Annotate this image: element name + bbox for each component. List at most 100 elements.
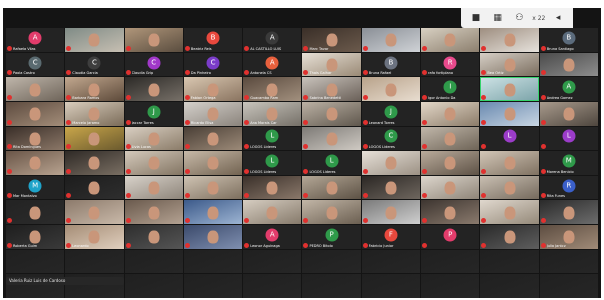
participant-tile[interactable]: Marc Tavar: [302, 28, 361, 52]
participant-tile[interactable]: [6, 200, 65, 225]
participant-tile[interactable]: [65, 28, 124, 52]
participant-tile[interactable]: P: [421, 225, 480, 249]
participant-tile[interactable]: [65, 151, 124, 175]
participant-tile[interactable]: A Leonor Aguinaga: [243, 225, 302, 249]
participant-tile[interactable]: C LOGOS Lideres: [361, 126, 421, 151]
participant-tile[interactable]: Julia Jantcz: [539, 225, 598, 249]
participant-tile[interactable]: [302, 101, 361, 126]
participant-tile[interactable]: [302, 274, 361, 298]
participant-tile[interactable]: Livia Lucas: [124, 126, 183, 151]
participant-tile[interactable]: [124, 175, 183, 200]
participant-tile[interactable]: [183, 200, 243, 225]
participant-tile[interactable]: [480, 77, 539, 101]
participant-tile[interactable]: [421, 200, 480, 225]
participant-tile[interactable]: [539, 249, 598, 274]
participant-tile[interactable]: B Bruna Rafael: [361, 52, 421, 77]
participant-tile[interactable]: C Da Pinheiro: [183, 52, 243, 77]
participant-tile[interactable]: [183, 225, 243, 249]
participant-tile[interactable]: P PEDRO Bitolo: [302, 225, 361, 249]
participant-tile[interactable]: Rita Domingues: [6, 126, 65, 151]
participant-tile[interactable]: [243, 274, 302, 298]
participant-tile[interactable]: [539, 52, 598, 77]
participant-tile[interactable]: I Igor Antonio Da: [421, 77, 480, 101]
participant-tile[interactable]: [361, 151, 421, 175]
participant-tile[interactable]: [65, 175, 124, 200]
participant-tile[interactable]: C Claudia Grip: [124, 52, 183, 77]
participant-tile[interactable]: [65, 249, 124, 274]
participant-tile[interactable]: [421, 101, 480, 126]
participant-tile[interactable]: [6, 151, 65, 175]
participant-tile[interactable]: [480, 151, 539, 175]
participant-tile[interactable]: Barbara Ramos: [65, 77, 124, 101]
participant-tile[interactable]: L LOGOS Lideres: [243, 126, 302, 151]
participant-tile[interactable]: [183, 151, 243, 175]
participant-tile[interactable]: [124, 28, 183, 52]
participant-tile[interactable]: [6, 77, 65, 101]
participant-tile[interactable]: [480, 175, 539, 200]
participant-tile[interactable]: [6, 249, 65, 274]
participant-tile[interactable]: [243, 249, 302, 274]
participant-tile[interactable]: Thais Galhar: [302, 52, 361, 77]
stop-icon[interactable]: ■: [467, 11, 485, 25]
participant-tile[interactable]: F Fabricio Junior: [361, 225, 421, 249]
participant-tile[interactable]: [6, 101, 65, 126]
participant-tile[interactable]: [302, 175, 361, 200]
participant-tile[interactable]: Bea Ortiz: [480, 52, 539, 77]
participant-tile[interactable]: [421, 126, 480, 151]
group-icon[interactable]: ⚇: [510, 11, 528, 25]
participant-tile[interactable]: A Rafaela Vilas: [6, 28, 65, 52]
participant-tile[interactable]: [361, 28, 421, 52]
participant-tile[interactable]: [539, 274, 598, 298]
minimize-icon[interactable]: ◂: [549, 11, 567, 25]
participant-tile[interactable]: [361, 274, 421, 298]
participant-tile[interactable]: R Rita Funes: [539, 175, 598, 200]
participant-tile[interactable]: [421, 28, 480, 52]
participant-tile[interactable]: [183, 249, 243, 274]
participant-tile[interactable]: [183, 126, 243, 151]
participant-tile[interactable]: Marcelo Jaramo: [65, 101, 124, 126]
participant-tile[interactable]: [421, 249, 480, 274]
participant-tile[interactable]: [302, 249, 361, 274]
participant-tile[interactable]: A AL CASTILLO LUIS: [243, 28, 302, 52]
participant-tile[interactable]: [361, 175, 421, 200]
participant-tile[interactable]: [124, 77, 183, 101]
participant-tile[interactable]: Roberta Guim: [6, 225, 65, 249]
participant-tile[interactable]: [243, 200, 302, 225]
participant-tile[interactable]: [480, 249, 539, 274]
participant-tile[interactable]: [421, 274, 480, 298]
participant-tile[interactable]: [361, 77, 421, 101]
participant-tile[interactable]: [480, 28, 539, 52]
participant-tile[interactable]: M Morena Benicio: [539, 151, 598, 175]
participant-tile[interactable]: [124, 225, 183, 249]
participant-tile[interactable]: B Bruna Santiago: [539, 28, 598, 52]
participant-tile[interactable]: L LOGOS Lideres: [243, 151, 302, 175]
participant-tile[interactable]: C Claudia Garcia: [65, 52, 124, 77]
participant-tile[interactable]: [539, 101, 598, 126]
participant-tile[interactable]: [539, 200, 598, 225]
participant-tile[interactable]: M Mar Montalvo: [6, 175, 65, 200]
participant-tile[interactable]: A Antonela CS: [243, 52, 302, 77]
participant-tile[interactable]: Sabrina Benedetti: [302, 77, 361, 101]
participant-tile[interactable]: [65, 126, 124, 151]
participant-tile[interactable]: L LOGOS Lideres: [302, 151, 361, 175]
participant-tile[interactable]: [480, 225, 539, 249]
participant-tile[interactable]: [421, 151, 480, 175]
participant-tile[interactable]: [302, 200, 361, 225]
participant-tile[interactable]: Ana Morais Car: [243, 101, 302, 126]
participant-tile[interactable]: Fabian Ortega: [183, 77, 243, 101]
participant-tile[interactable]: B Beatriz Reis: [183, 28, 243, 52]
participant-tile[interactable]: L: [480, 126, 539, 151]
participant-tile[interactable]: A Andrea Gomez: [539, 77, 598, 101]
participant-tile[interactable]: [124, 274, 183, 298]
participant-tile[interactable]: [124, 200, 183, 225]
participant-tile[interactable]: [124, 249, 183, 274]
participant-tile[interactable]: C Paola Castro: [6, 52, 65, 77]
participant-tile[interactable]: [480, 200, 539, 225]
participant-tile[interactable]: J Leonard Torres: [361, 101, 421, 126]
participant-tile[interactable]: Rrafa fortiplano: [421, 52, 480, 77]
participant-tile[interactable]: Guacamba Ram: [243, 77, 302, 101]
participant-tile[interactable]: [183, 175, 243, 200]
participant-tile[interactable]: L: [539, 126, 598, 151]
gallery-icon[interactable]: ▦: [489, 11, 507, 25]
participant-tile[interactable]: [243, 175, 302, 200]
